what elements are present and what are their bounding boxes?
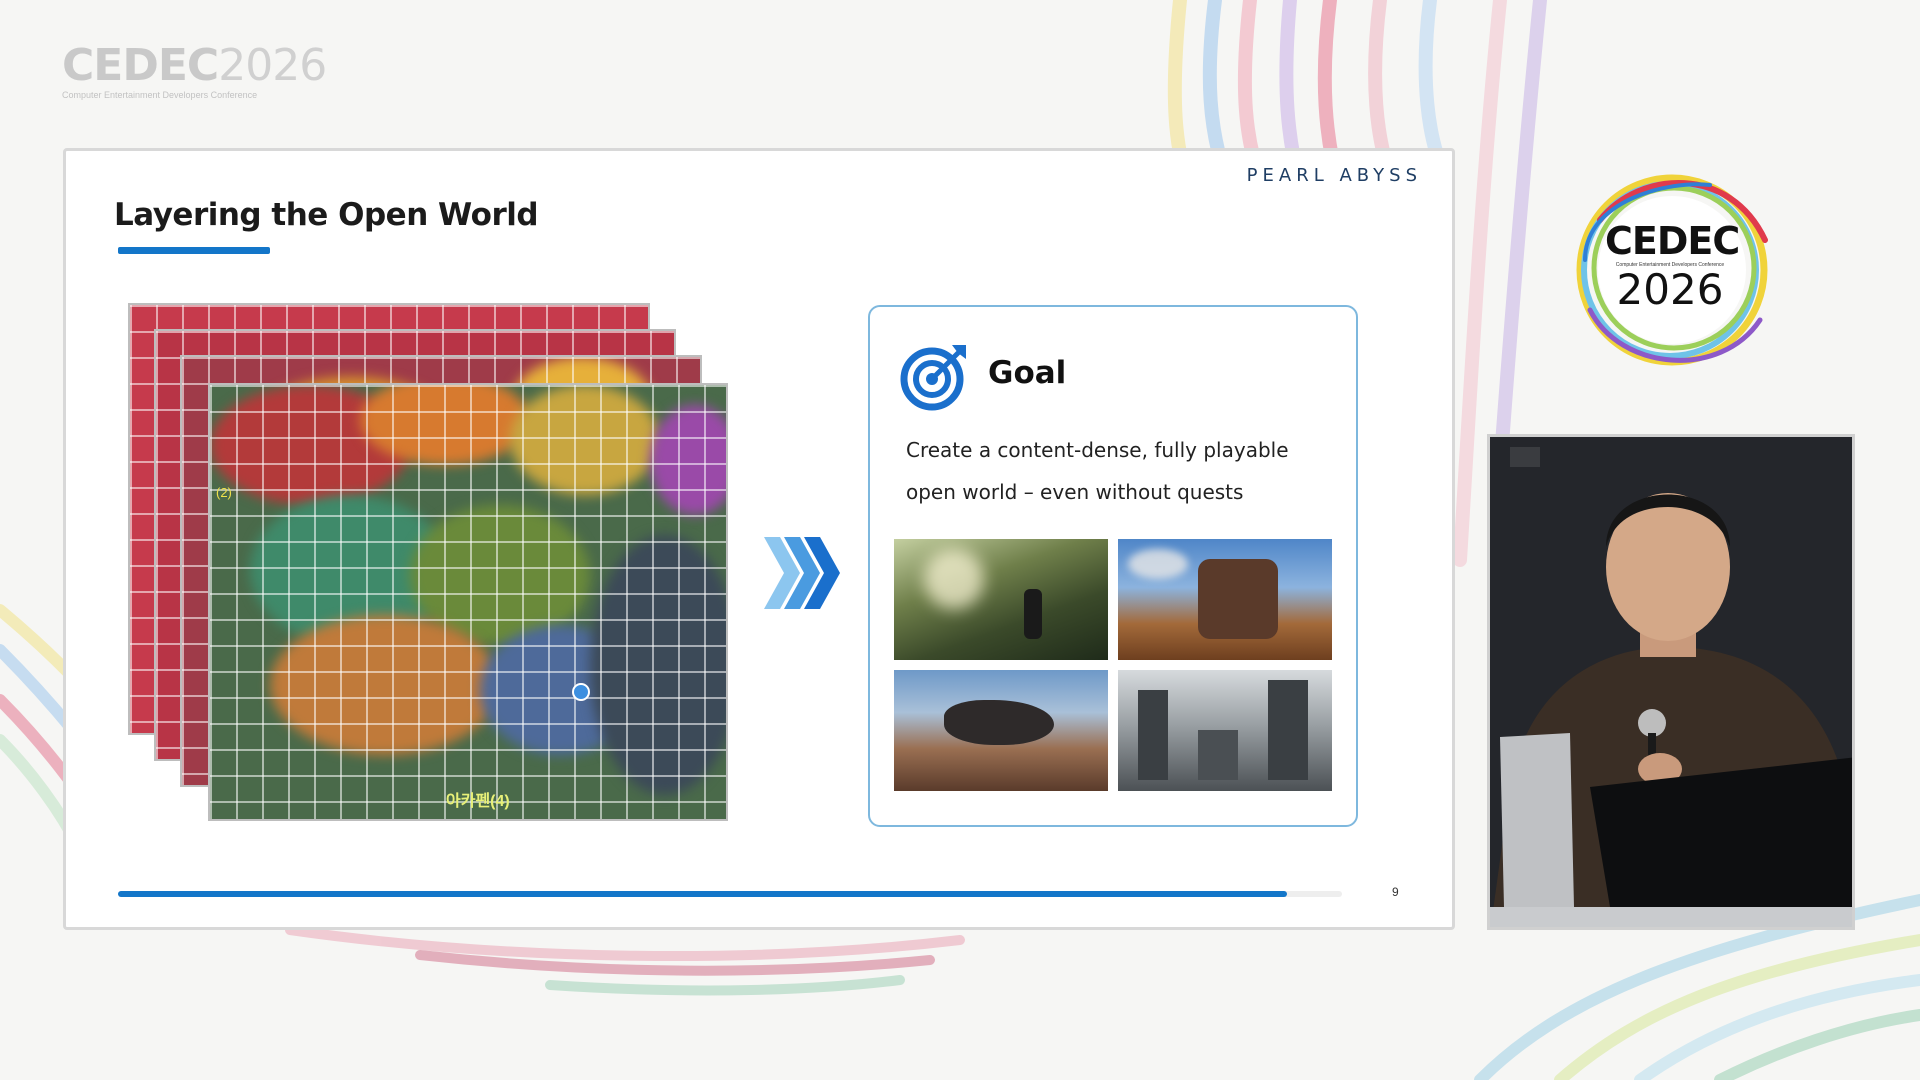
title-underline <box>118 247 270 254</box>
game-screenshot <box>1118 539 1332 660</box>
page-number: 9 <box>1392 885 1399 899</box>
map-layer: (2) 아카펜(4) <box>208 383 728 821</box>
conference-logo: CEDEC2026 Computer Entertainment Develop… <box>62 44 327 101</box>
conference-badge-text: CEDEC Computer Entertainment Developers … <box>1605 219 1740 314</box>
speaker-video <box>1487 434 1855 930</box>
logo-year: 2026 <box>218 40 327 91</box>
badge-word: CEDEC <box>1605 219 1740 263</box>
game-screenshot <box>894 670 1108 791</box>
map-region-label: 아카펜(4) <box>446 793 510 810</box>
logo-word: CEDEC <box>62 40 219 91</box>
slide-progress-bar <box>118 891 1342 897</box>
game-screenshot <box>894 539 1108 660</box>
screenshot-gallery <box>894 539 1334 791</box>
slide-progress-fill <box>118 891 1287 897</box>
goal-heading: Goal <box>988 355 1067 391</box>
brand-name: PEARL ABYSS <box>1246 165 1422 186</box>
speaker-video-frame <box>1490 437 1852 927</box>
map-layers-illustration: (2) 아카펜(4) <box>128 303 728 833</box>
map-pin-icon <box>572 683 590 701</box>
game-screenshot <box>1118 670 1332 791</box>
goal-text: Create a content-dense, fully playable o… <box>906 438 1289 504</box>
goal-card: Goal Create a content-dense, fully playa… <box>868 305 1358 827</box>
chevron-right-icon <box>764 537 840 609</box>
target-icon <box>900 345 966 411</box>
presentation-slide: PEARL ABYSS Layering the Open World (2) … <box>63 148 1455 930</box>
logo-subtitle: Computer Entertainment Developers Confer… <box>62 90 258 100</box>
slide-title: Layering the Open World <box>114 197 539 233</box>
map-region-label: (2) <box>216 485 232 500</box>
badge-year: 2026 <box>1616 265 1724 314</box>
